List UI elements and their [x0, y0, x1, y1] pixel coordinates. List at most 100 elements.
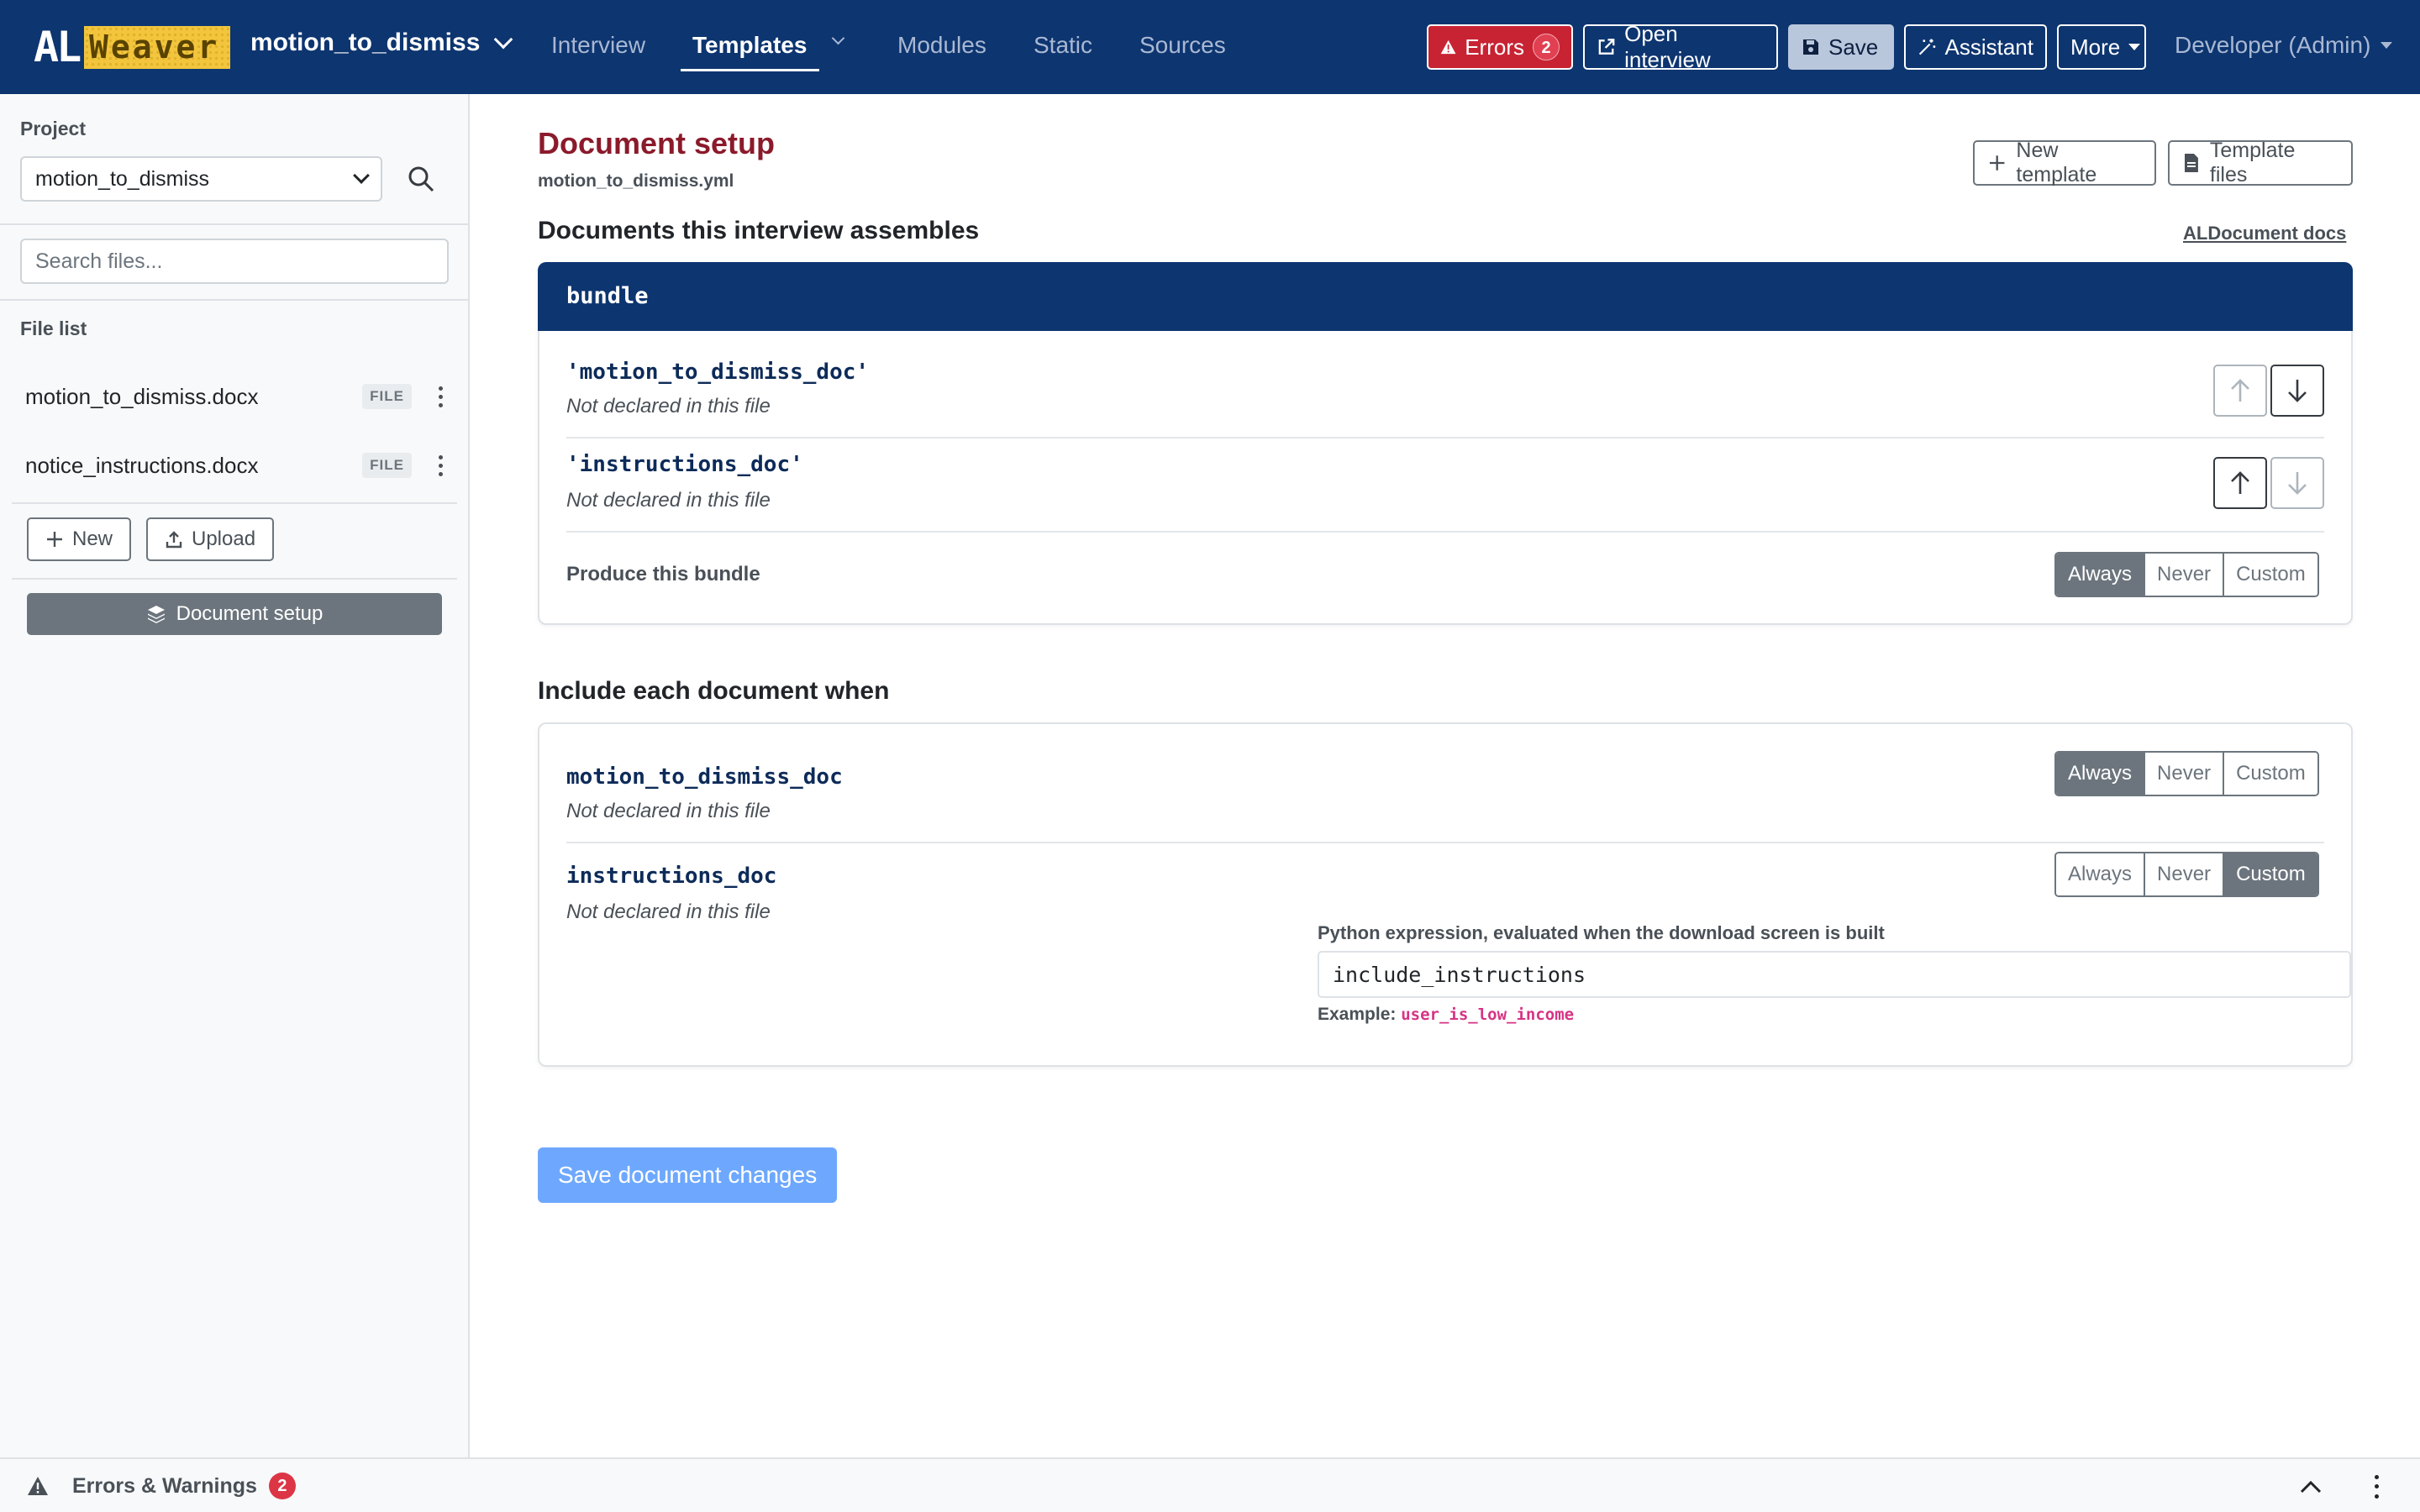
errors-warnings-label: Errors & Warnings [72, 1473, 257, 1498]
row-divider [566, 437, 2324, 438]
example-code: user_is_low_income [1401, 1005, 1575, 1024]
file-type-badge: FILE [362, 453, 412, 478]
warning-icon [28, 1477, 48, 1495]
alweaver-logo[interactable]: AL Weaver [34, 26, 230, 69]
sidebar-divider [12, 502, 457, 504]
search-icon[interactable] [407, 165, 435, 193]
more-label: More [2070, 34, 2121, 60]
file-icon [2184, 154, 2198, 172]
upload-button[interactable]: Upload [146, 517, 275, 561]
python-expression-input[interactable] [1318, 951, 2351, 998]
option-never[interactable]: Never [2145, 853, 2225, 895]
project-title: motion_to_dismiss [250, 29, 481, 56]
file-name: notice_instructions.docx [25, 452, 259, 478]
chevron-down-icon [353, 167, 370, 184]
template-files-label: Template files [2209, 139, 2296, 186]
main-content: Document setup motion_to_dismiss.yml New… [471, 94, 2420, 1457]
bundle-item-note: Not declared in this file [566, 489, 771, 512]
errors-warnings-bar: Errors & Warnings 2 [0, 1457, 2420, 1512]
project-switcher[interactable]: motion_to_dismiss [250, 29, 513, 57]
errors-warnings-count: 2 [268, 1473, 296, 1499]
example-label: Example: [1318, 1005, 1397, 1024]
option-always[interactable]: Always [2056, 853, 2146, 895]
include-doc-note: Not declared in this file [566, 900, 771, 923]
errors-count-badge: 2 [1533, 34, 1560, 60]
file-search-input[interactable] [20, 239, 449, 284]
project-select-value: motion_to_dismiss [35, 166, 210, 191]
tab-templates[interactable]: Templates [692, 32, 807, 59]
option-never[interactable]: Never [2145, 753, 2225, 795]
active-tab-indicator [681, 69, 819, 71]
include-section-title: Include each document when [538, 677, 890, 705]
bundle-item-name: 'instructions_doc' [566, 452, 803, 477]
project-select[interactable]: motion_to_dismiss [20, 156, 382, 202]
aldocument-docs-link[interactable]: ALDocument docs [2183, 223, 2346, 244]
option-custom[interactable]: Custom [2224, 853, 2317, 895]
tab-static[interactable]: Static [1034, 32, 1092, 59]
logo-al-text: AL [34, 26, 84, 69]
bundle-card: bundle 'motion_to_dismiss_doc' Not decla… [538, 262, 2353, 625]
include-doc-note: Not declared in this file [566, 800, 771, 822]
bundle-item-name: 'motion_to_dismiss_doc' [566, 360, 870, 385]
save-label: Save [1828, 34, 1879, 60]
template-files-button[interactable]: Template files [2168, 139, 2353, 186]
move-up-button[interactable] [2213, 365, 2267, 417]
option-always[interactable]: Always [2056, 753, 2146, 795]
assistant-button[interactable]: Assistant [1904, 24, 2047, 70]
templates-chevron-icon[interactable] [831, 31, 845, 45]
logo-weaver-text: Weaver [84, 26, 230, 69]
sidebar-divider [0, 223, 468, 225]
bundle-produce-toggle: Always Never Custom [2054, 552, 2319, 597]
include-doc-name: instructions_doc [566, 864, 777, 889]
page-title: Document setup [538, 126, 776, 160]
option-never[interactable]: Never [2145, 554, 2225, 596]
move-down-button[interactable] [2270, 365, 2324, 417]
tab-interview[interactable]: Interview [551, 32, 645, 59]
file-list-item[interactable]: notice_instructions.docx FILE [12, 435, 457, 496]
new-template-button[interactable]: New template [1973, 139, 2156, 186]
arrow-up-icon [2231, 379, 2249, 402]
chevron-up-icon[interactable] [2299, 1478, 2323, 1496]
errors-label: Errors [1465, 34, 1524, 60]
option-custom[interactable]: Custom [2224, 554, 2317, 596]
kebab-menu-icon[interactable] [432, 384, 449, 409]
errors-warnings-toggle[interactable]: Errors & Warnings 2 [27, 1473, 296, 1499]
move-up-button[interactable] [2213, 457, 2267, 509]
new-file-button[interactable]: New [27, 517, 132, 561]
user-menu[interactable]: Developer (Admin) [2175, 32, 2393, 59]
new-template-label: New template [2016, 139, 2097, 186]
document-setup-button[interactable]: Document setup [27, 593, 442, 635]
save-button[interactable]: Save [1788, 24, 1894, 70]
sidebar-divider [12, 578, 457, 580]
file-list-item[interactable]: motion_to_dismiss.docx FILE [12, 366, 457, 427]
file-type-badge: FILE [362, 384, 412, 409]
expression-example: Example: user_is_low_income [1318, 1005, 1574, 1025]
option-always[interactable]: Always [2056, 554, 2146, 596]
chevron-down-icon [494, 29, 513, 50]
option-custom[interactable]: Custom [2224, 753, 2317, 795]
warning-icon [1440, 39, 1456, 55]
page-subtitle: motion_to_dismiss.yml [538, 171, 734, 191]
top-navbar: AL Weaver motion_to_dismiss Interview Te… [0, 0, 2420, 94]
open-interview-label: Open interview [1624, 21, 1711, 72]
caret-down-icon [2128, 44, 2141, 50]
document-setup-label: Document setup [176, 602, 324, 625]
errors-button[interactable]: Errors 2 [1427, 24, 1573, 70]
assistant-label: Assistant [1944, 34, 2034, 60]
open-interview-button[interactable]: Open interview [1583, 21, 1778, 72]
tab-sources[interactable]: Sources [1139, 32, 1226, 59]
external-link-icon [1598, 39, 1615, 55]
arrow-down-icon [2288, 472, 2307, 495]
move-down-button[interactable] [2270, 457, 2324, 509]
expression-label: Python expression, evaluated when the do… [1318, 922, 1885, 943]
sidebar-divider [0, 299, 468, 301]
arrow-up-icon [2231, 471, 2249, 494]
save-document-changes-button[interactable]: Save document changes [538, 1147, 838, 1203]
row-divider [566, 531, 2324, 533]
tab-modules[interactable]: Modules [897, 32, 986, 59]
more-menu-button[interactable]: More [2057, 24, 2146, 70]
magic-wand-icon [1918, 39, 1936, 55]
kebab-menu-icon[interactable] [2368, 1473, 2385, 1501]
assembles-section-title: Documents this interview assembles [538, 217, 980, 244]
kebab-menu-icon[interactable] [432, 453, 449, 478]
